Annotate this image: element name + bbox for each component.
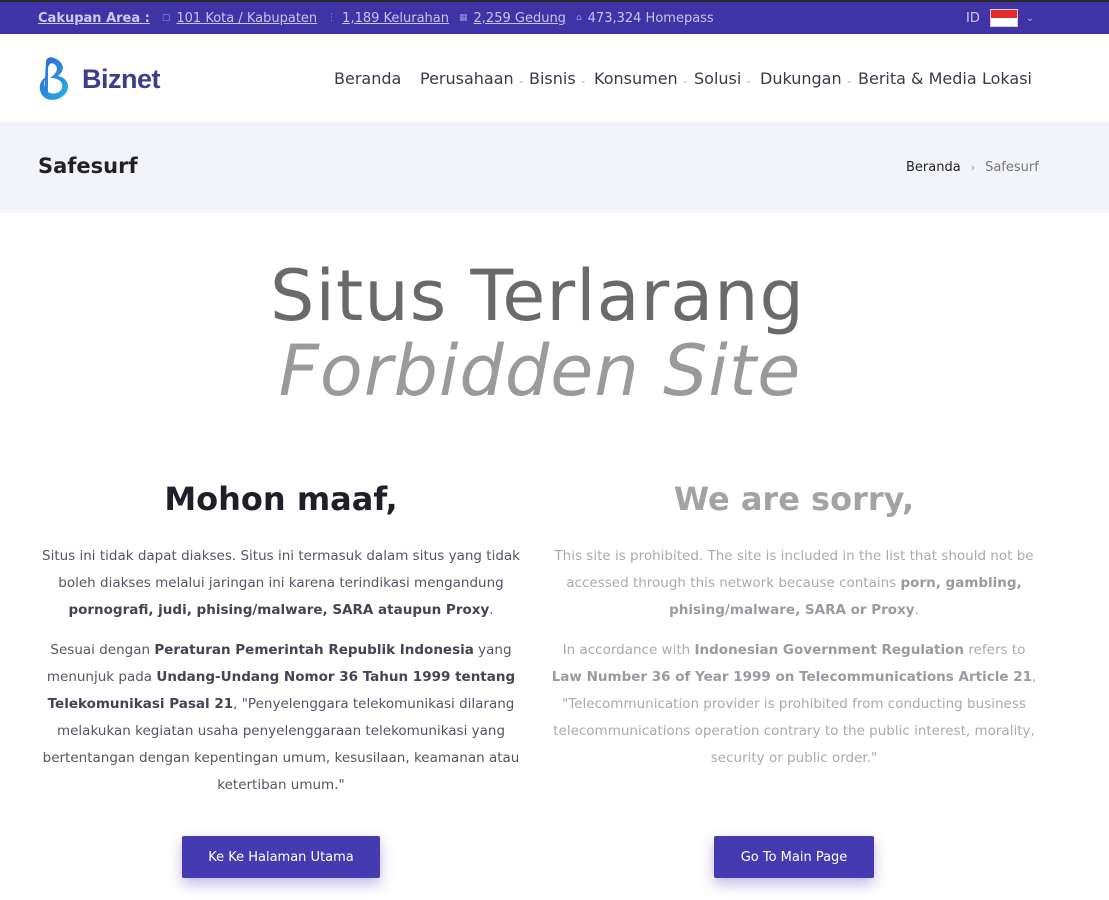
- paragraph-id-1: Situs ini tidak dapat diakses. Situs ini…: [42, 548, 520, 618]
- nav-label: Dukungan: [760, 69, 842, 88]
- nav-bisnis[interactable]: Bisnis ⌄: [529, 69, 586, 88]
- coverage-info: Cakupan Area : ▢ 101 Kota / Kabupaten ⋮ …: [38, 2, 724, 34]
- logo-wordmark: Biznet: [82, 63, 161, 94]
- nav-label: Berita & Media: [858, 69, 977, 88]
- building-icon: ▦: [459, 13, 468, 23]
- chevron-right-icon: ›: [970, 161, 976, 174]
- nav-beranda[interactable]: Beranda: [334, 69, 401, 88]
- pin-icon: ⋮: [327, 13, 337, 23]
- nav-perusahaan[interactable]: Perusahaan ⌄: [420, 69, 524, 88]
- nav-label: Bisnis: [529, 69, 576, 88]
- coverage-cities-text: 101 Kota / Kabupaten: [176, 10, 318, 26]
- nav-label: Konsumen: [594, 69, 678, 88]
- coverage-buildings-text: 2,259 Gedung: [473, 10, 566, 26]
- main-page-button-id[interactable]: Ke Ke Halaman Utama: [182, 836, 380, 878]
- nav-konsumen[interactable]: Konsumen ⌄: [594, 69, 688, 88]
- chevron-down-icon: ⌄: [745, 76, 753, 85]
- breadcrumb-current: Safesurf: [985, 160, 1039, 175]
- chevron-down-icon: ⌄: [517, 76, 525, 85]
- paragraph-en-1: This site is prohibited. The site is inc…: [554, 548, 1034, 618]
- biznet-logo-icon: [39, 57, 69, 100]
- nav-label: Lokasi: [982, 69, 1032, 88]
- page-title: Safesurf: [38, 154, 138, 178]
- chevron-down-icon: ⌄: [1025, 12, 1035, 24]
- paragraph-id-2: Sesuai dengan Peraturan Pemerintah Repub…: [42, 642, 520, 793]
- hero-title-en: Forbidden Site: [278, 330, 802, 412]
- heading-en: We are sorry,: [673, 480, 915, 518]
- nav-solusi[interactable]: Solusi ⌄: [694, 69, 752, 88]
- nav-label: Perusahaan: [420, 69, 514, 88]
- language-code: ID: [966, 10, 980, 26]
- breadcrumb-home[interactable]: Beranda: [906, 160, 961, 175]
- paragraph-en-2: In accordance with Indonesian Government…: [551, 642, 1037, 766]
- main-header: Biznet Beranda Perusahaan ⌄ Bisnis ⌄ Kon…: [0, 34, 1109, 122]
- coverage-label[interactable]: Cakupan Area :: [38, 11, 150, 26]
- indonesia-flag-icon: [989, 9, 1018, 27]
- heading-id: Mohon maaf,: [164, 480, 398, 518]
- biznet-logo[interactable]: Biznet: [38, 56, 161, 102]
- coverage-homepass: ⌂ 473,324 Homepass: [576, 11, 714, 26]
- coverage-homepass-text: 473,324 Homepass: [587, 10, 714, 26]
- message-english: We are sorry, This site is prohibited. T…: [549, 480, 1039, 785]
- coverage-cities[interactable]: ▢ 101 Kota / Kabupaten: [162, 11, 317, 26]
- message-indonesian: Mohon maaf, Situs ini tidak dapat diakse…: [36, 480, 526, 812]
- home-icon: ⌂: [575, 13, 582, 23]
- language-selector[interactable]: ID ⌄: [966, 2, 1034, 34]
- nav-dukungan[interactable]: Dukungan ⌄: [760, 69, 852, 88]
- breadcrumb: Beranda › Safesurf: [906, 160, 1039, 175]
- page-title-band: Safesurf Beranda › Safesurf: [0, 122, 1109, 213]
- coverage-villages-text: 1,189 Kelurahan: [342, 10, 450, 26]
- nav-lokasi[interactable]: Lokasi: [982, 69, 1032, 88]
- chevron-down-icon: ⌄: [579, 76, 587, 85]
- main-page-button-en[interactable]: Go To Main Page: [714, 836, 874, 878]
- map-icon: ▢: [161, 13, 171, 23]
- nav-label: Beranda: [334, 69, 402, 88]
- chevron-down-icon: ⌄: [845, 76, 853, 85]
- nav-label: Solusi: [694, 69, 742, 88]
- coverage-bar: Cakupan Area : ▢ 101 Kota / Kabupaten ⋮ …: [0, 0, 1109, 34]
- hero-title-id: Situs Terlarang: [270, 255, 805, 337]
- chevron-down-icon: ⌄: [681, 76, 689, 85]
- nav-berita-media[interactable]: Berita & Media ⌄: [858, 69, 987, 88]
- coverage-villages[interactable]: ⋮ 1,189 Kelurahan: [327, 11, 449, 26]
- coverage-buildings[interactable]: ▦ 2,259 Gedung: [459, 11, 566, 26]
